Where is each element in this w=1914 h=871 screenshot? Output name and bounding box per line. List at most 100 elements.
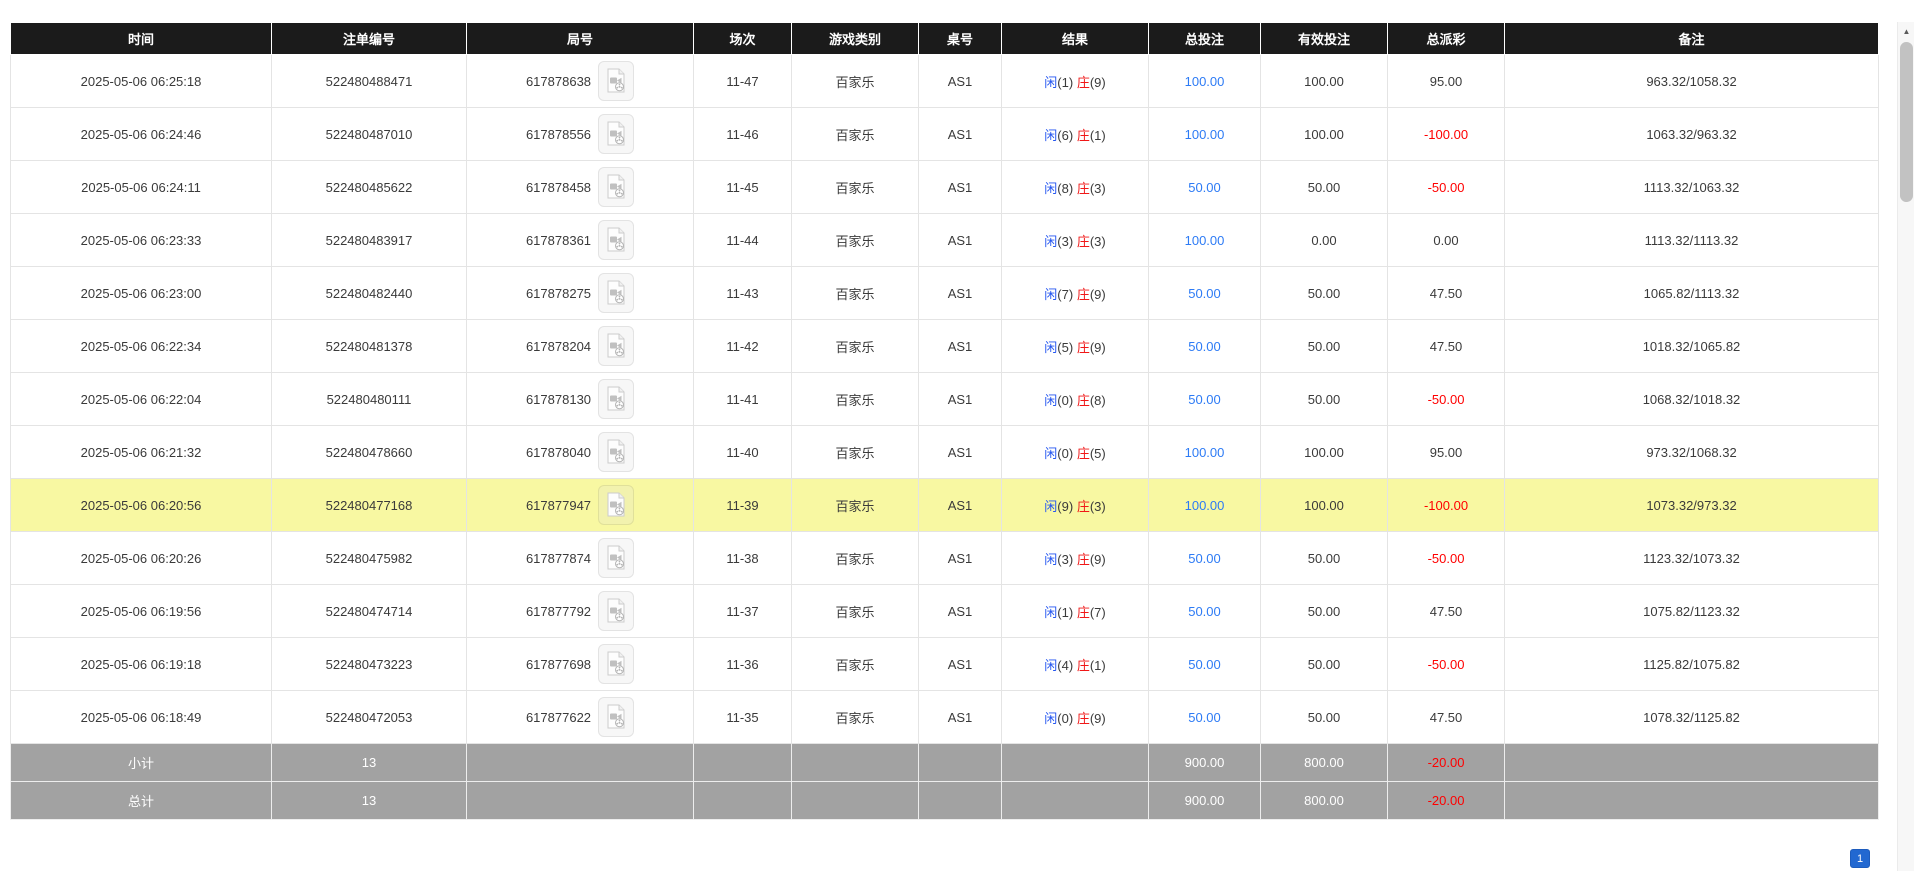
- grandtotal-row: 总计13900.00800.00-20.00: [11, 782, 1879, 820]
- cell-time: 2025-05-06 06:22:34: [11, 320, 272, 373]
- table-row[interactable]: 2025-05-06 06:18:49522480472053617877622…: [11, 691, 1879, 744]
- cell-round: 617878361: [467, 214, 694, 267]
- table-row[interactable]: 2025-05-06 06:23:33522480483917617878361…: [11, 214, 1879, 267]
- result-banker-score: (9): [1090, 75, 1106, 90]
- col-header-round: 局号: [467, 23, 694, 55]
- vertical-scrollbar[interactable]: ▲: [1897, 22, 1914, 871]
- cell-round: 617878275: [467, 267, 694, 320]
- table-row[interactable]: 2025-05-06 06:23:00522480482440617878275…: [11, 267, 1879, 320]
- result-player-score: (5): [1057, 340, 1073, 355]
- cell-total-bet-link[interactable]: 50.00: [1149, 638, 1261, 691]
- cell-time: 2025-05-06 06:19:18: [11, 638, 272, 691]
- pagination-page-1-button[interactable]: 1: [1850, 849, 1870, 868]
- table-row[interactable]: 2025-05-06 06:25:18522480488471617878638…: [11, 55, 1879, 108]
- result-banker-label: 庄: [1077, 499, 1090, 514]
- cell-game-type: 百家乐: [792, 691, 919, 744]
- cell-table-no: AS1: [919, 638, 1002, 691]
- round-number: 617878204: [526, 339, 591, 354]
- video-replay-button[interactable]: [598, 114, 634, 154]
- cell-round: 617878204: [467, 320, 694, 373]
- table-row[interactable]: 2025-05-06 06:22:04522480480111617878130…: [11, 373, 1879, 426]
- table-row[interactable]: 2025-05-06 06:19:56522480474714617877792…: [11, 585, 1879, 638]
- video-replay-button[interactable]: [598, 220, 634, 260]
- table-row[interactable]: 2025-05-06 06:22:34522480481378 617878204…: [11, 320, 1879, 373]
- video-replay-button[interactable]: [598, 167, 634, 207]
- footer-valid-bet: 800.00: [1261, 744, 1388, 782]
- table-row[interactable]: 2025-05-06 06:24:46522480487010617878556…: [11, 108, 1879, 161]
- cell-valid-bet: 50.00: [1261, 585, 1388, 638]
- result-player-label: 闲: [1044, 605, 1057, 620]
- video-replay-button[interactable]: [598, 485, 634, 525]
- cell-bet-id: 522480481378: [272, 320, 467, 373]
- cell-total-bet-link[interactable]: 100.00: [1149, 479, 1261, 532]
- cell-total-bet-link[interactable]: 100.00: [1149, 214, 1261, 267]
- footer-empty-cell: [694, 782, 792, 820]
- cell-game-type: 百家乐: [792, 532, 919, 585]
- result-player-label: 闲: [1044, 658, 1057, 673]
- cell-game-type: 百家乐: [792, 373, 919, 426]
- cell-bet-id: 522480483917: [272, 214, 467, 267]
- cell-result: 闲(4) 庄(1): [1002, 638, 1149, 691]
- cell-total-bet-link[interactable]: 50.00: [1149, 161, 1261, 214]
- round-number: 617878040: [526, 445, 591, 460]
- footer-total-bet: 900.00: [1149, 782, 1261, 820]
- cell-round: 617877874: [467, 532, 694, 585]
- table-row[interactable]: 2025-05-06 06:20:56522480477168617877947…: [11, 479, 1879, 532]
- cell-table-no: AS1: [919, 55, 1002, 108]
- table-row[interactable]: 2025-05-06 06:24:11522480485622617878458…: [11, 161, 1879, 214]
- round-number: 617877947: [526, 498, 591, 513]
- result-banker-score: (3): [1090, 181, 1106, 196]
- cell-remark: 1123.32/1073.32: [1505, 532, 1879, 585]
- table-row[interactable]: 2025-05-06 06:21:32522480478660617878040…: [11, 426, 1879, 479]
- table-row[interactable]: 2025-05-06 06:20:26522480475982617877874…: [11, 532, 1879, 585]
- cell-table-no: AS1: [919, 691, 1002, 744]
- video-replay-button[interactable]: [598, 326, 634, 366]
- cell-total-bet-link[interactable]: 50.00: [1149, 691, 1261, 744]
- video-replay-button[interactable]: [598, 591, 634, 631]
- video-replay-button[interactable]: [598, 538, 634, 578]
- cell-total-bet-link[interactable]: 100.00: [1149, 55, 1261, 108]
- cell-total-bet-link[interactable]: 50.00: [1149, 373, 1261, 426]
- table-row[interactable]: 2025-05-06 06:19:18522480473223617877698…: [11, 638, 1879, 691]
- cell-total-bet-link[interactable]: 50.00: [1149, 585, 1261, 638]
- cell-result: 闲(7) 庄(9): [1002, 267, 1149, 320]
- footer-empty-cell: [1002, 744, 1149, 782]
- result-banker-score: (3): [1090, 499, 1106, 514]
- footer-empty-cell: [792, 782, 919, 820]
- bet-history-table: 时间 注单编号 局号 场次 游戏类别 桌号 结果 总投注 有效投注 总派彩 备注…: [10, 22, 1879, 820]
- cell-total-bet-link[interactable]: 50.00: [1149, 267, 1261, 320]
- cell-payout: -50.00: [1388, 638, 1505, 691]
- cell-total-bet-link[interactable]: 100.00: [1149, 108, 1261, 161]
- scrollbar-up-arrow-icon[interactable]: ▲: [1898, 22, 1914, 40]
- video-replay-button[interactable]: [598, 432, 634, 472]
- video-replay-button[interactable]: [598, 273, 634, 313]
- cell-bet-id: 522480480111: [272, 373, 467, 426]
- video-replay-button[interactable]: [598, 379, 634, 419]
- result-player-score: (1): [1057, 605, 1073, 620]
- footer-empty-cell: [694, 744, 792, 782]
- result-banker-label: 庄: [1077, 446, 1090, 461]
- cell-valid-bet: 50.00: [1261, 267, 1388, 320]
- cell-bet-id: 522480474714: [272, 585, 467, 638]
- result-player-label: 闲: [1044, 711, 1057, 726]
- cell-time: 2025-05-06 06:23:00: [11, 267, 272, 320]
- cell-session: 11-38: [694, 532, 792, 585]
- scrollbar-thumb[interactable]: [1900, 42, 1913, 202]
- result-player-label: 闲: [1044, 234, 1057, 249]
- cell-total-bet-link[interactable]: 100.00: [1149, 426, 1261, 479]
- cell-total-bet-link[interactable]: 50.00: [1149, 320, 1261, 373]
- col-header-table-no: 桌号: [919, 23, 1002, 55]
- round-number: 617878556: [526, 127, 591, 142]
- cell-session: 11-45: [694, 161, 792, 214]
- video-replay-button[interactable]: [598, 61, 634, 101]
- bet-history-page: 时间 注单编号 局号 场次 游戏类别 桌号 结果 总投注 有效投注 总派彩 备注…: [0, 0, 1914, 871]
- result-player-score: (7): [1057, 287, 1073, 302]
- cell-total-bet-link[interactable]: 50.00: [1149, 532, 1261, 585]
- result-player-score: (3): [1057, 234, 1073, 249]
- cell-remark: 1073.32/973.32: [1505, 479, 1879, 532]
- cell-payout: -50.00: [1388, 373, 1505, 426]
- footer-label: 小计: [11, 744, 272, 782]
- video-replay-button[interactable]: [598, 697, 634, 737]
- cell-session: 11-36: [694, 638, 792, 691]
- video-replay-button[interactable]: [598, 644, 634, 684]
